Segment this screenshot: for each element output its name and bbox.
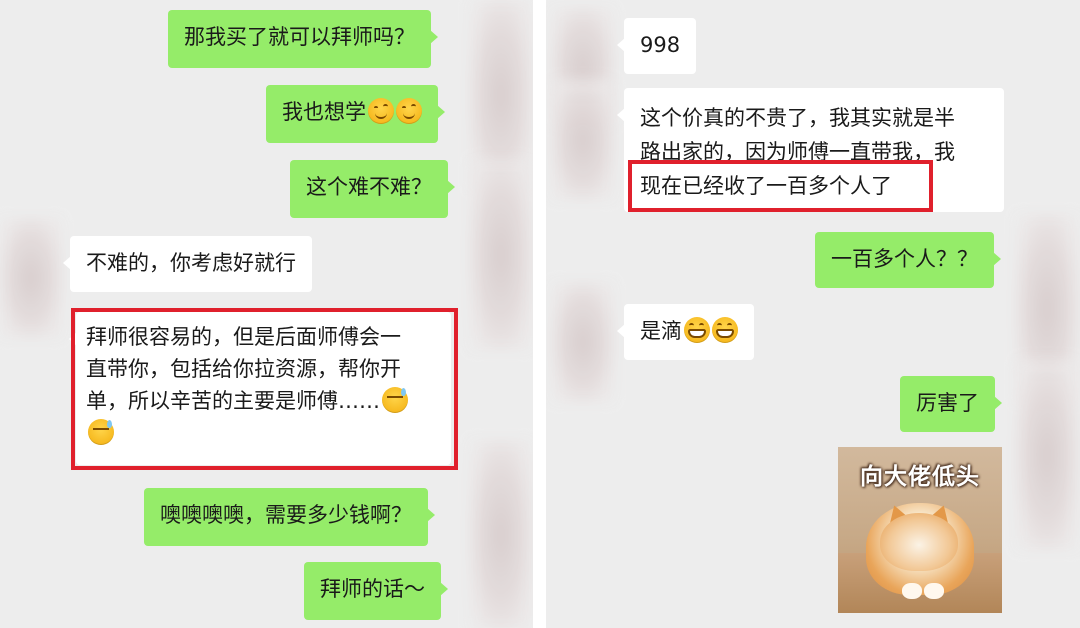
message-text-line: 这个价真的不贵了，我其实就是半: [640, 106, 955, 130]
message-text-line: 拜师很容易的，但是后面师傅会一: [86, 325, 401, 349]
message-text-line: 路出家的，因为师傅一直带我，我: [640, 140, 955, 164]
message-text-line: 单，所以辛苦的主要是师傅……: [86, 389, 380, 413]
sweat-emoji: [382, 387, 408, 413]
message-bubble-outgoing[interactable]: 噢噢噢噢，需要多少钱啊？: [144, 488, 435, 546]
message-text-line: 直带你，包括给你拉资源，帮你开: [86, 357, 401, 381]
sticker-caption: 向大佬低头: [860, 464, 980, 490]
message-text: 一百多个人？？: [831, 247, 978, 271]
smile-emoji: [368, 98, 394, 124]
message-bubble-incoming[interactable]: 拜师很容易的，但是后面师傅会一 直带你，包括给你拉资源，帮你开 单，所以辛苦的主…: [69, 312, 451, 465]
message-text: 是滴: [640, 319, 682, 343]
message-bubble-outgoing[interactable]: 一百多个人？？: [815, 232, 1001, 288]
avatar-self[interactable]: [1016, 360, 1078, 550]
message-text: 厉害了: [916, 391, 979, 415]
message-bubble-incoming[interactable]: 998: [616, 18, 697, 74]
message-bubble-outgoing[interactable]: 这个难不难？: [290, 160, 455, 218]
message-text: 那我买了就可以拜师吗？: [184, 25, 415, 49]
sweat-emoji: [88, 419, 114, 445]
chat-panel-left: 那我买了就可以拜师吗？ 我也想学 这个难不难？ 不难的，你考虑好就行 拜师很容易…: [0, 0, 533, 628]
message-text: 998: [640, 33, 681, 57]
message-bubble-outgoing[interactable]: 那我买了就可以拜师吗？: [168, 10, 438, 68]
message-bubble-incoming[interactable]: 这个价真的不贵了，我其实就是半 路出家的，因为师傅一直带我，我 现在已经收了一百…: [617, 88, 1004, 212]
smile-emoji: [396, 98, 422, 124]
message-bubble-outgoing[interactable]: 我也想学: [266, 85, 445, 143]
message-bubble-incoming[interactable]: 是滴: [617, 304, 754, 360]
cat-head: [880, 513, 958, 571]
message-text: 拜师的话～: [320, 577, 425, 601]
avatar-self[interactable]: [470, 440, 532, 628]
avatar-self[interactable]: [470, 160, 532, 350]
message-bubble-outgoing[interactable]: 拜师的话～: [304, 562, 448, 620]
message-bubble-incoming[interactable]: 不难的，你考虑好就行: [63, 236, 312, 292]
message-text: 不难的，你考虑好就行: [86, 251, 296, 275]
message-text-line: 现在已经收了一百多个人了: [640, 174, 892, 198]
grin-emoji: [712, 317, 738, 343]
message-text: 这个难不难？: [306, 175, 432, 199]
avatar-contact[interactable]: [552, 282, 614, 402]
cat-bowing-sticker[interactable]: 向大佬低头: [838, 447, 1002, 613]
message-text: 噢噢噢噢，需要多少钱啊？: [160, 503, 412, 527]
message-bubble-outgoing[interactable]: 厉害了: [900, 376, 1002, 432]
grin-emoji: [684, 317, 710, 343]
message-text: 我也想学: [282, 100, 366, 124]
avatar-contact[interactable]: [0, 218, 62, 338]
avatar-contact[interactable]: [552, 80, 614, 200]
